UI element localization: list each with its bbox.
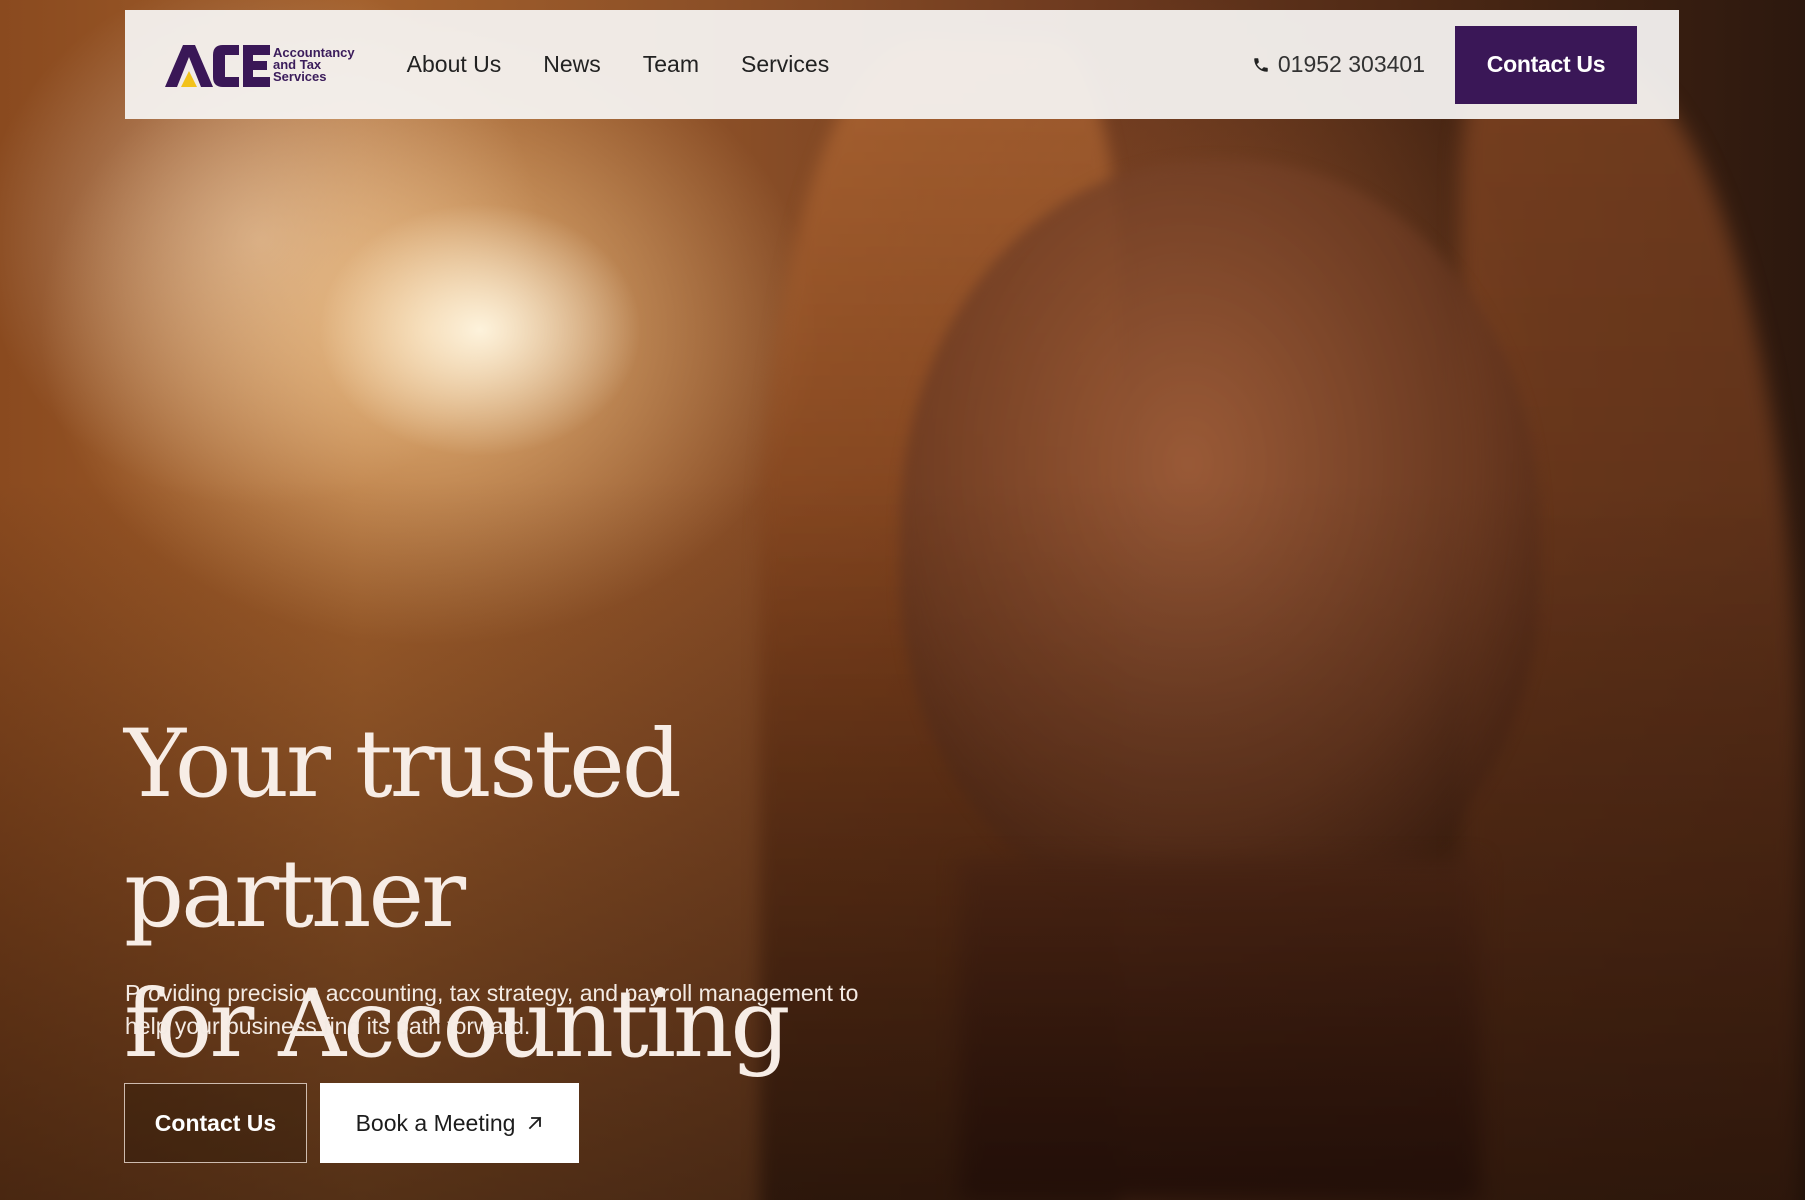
site-logo[interactable]: Accountancy and Tax Services xyxy=(165,35,355,95)
hero-subtitle-line: help your business find its path forward… xyxy=(125,1013,531,1039)
page: Accountancy and Tax Services About Us Ne… xyxy=(0,0,1805,1200)
book-meeting-button[interactable]: Book a Meeting xyxy=(320,1083,579,1163)
ace-logo-mark xyxy=(165,44,270,87)
logo-wordmark: Accountancy and Tax Services xyxy=(273,46,355,84)
arrow-up-right-icon xyxy=(529,1116,542,1130)
hero-contact-button[interactable]: Contact Us xyxy=(124,1083,307,1163)
nav-about-us[interactable]: About Us xyxy=(407,51,502,78)
header-contact-button[interactable]: Contact Us xyxy=(1455,25,1637,104)
logo-text-line: Services xyxy=(273,68,327,84)
main-nav: About Us News Team Services xyxy=(407,51,830,78)
book-meeting-label: Book a Meeting xyxy=(355,1109,516,1136)
site-header: Accountancy and Tax Services About Us Ne… xyxy=(125,10,1679,119)
phone-number: 01952 303401 xyxy=(1277,51,1425,77)
hero-title-line: Your trusted partner xyxy=(124,710,682,949)
hero-cta-group: Contact Us Book a Meeting xyxy=(124,1083,579,1163)
hero-subtitle: Providing precision accounting, tax stra… xyxy=(125,977,925,1043)
phone-link[interactable]: 01952 303401 xyxy=(1252,51,1425,78)
nav-news[interactable]: News xyxy=(543,51,601,78)
nav-team[interactable]: Team xyxy=(643,51,699,78)
hero-subtitle-line: Providing precision accounting, tax stra… xyxy=(125,980,859,1006)
phone-icon xyxy=(1254,57,1268,72)
nav-services[interactable]: Services xyxy=(741,51,829,78)
